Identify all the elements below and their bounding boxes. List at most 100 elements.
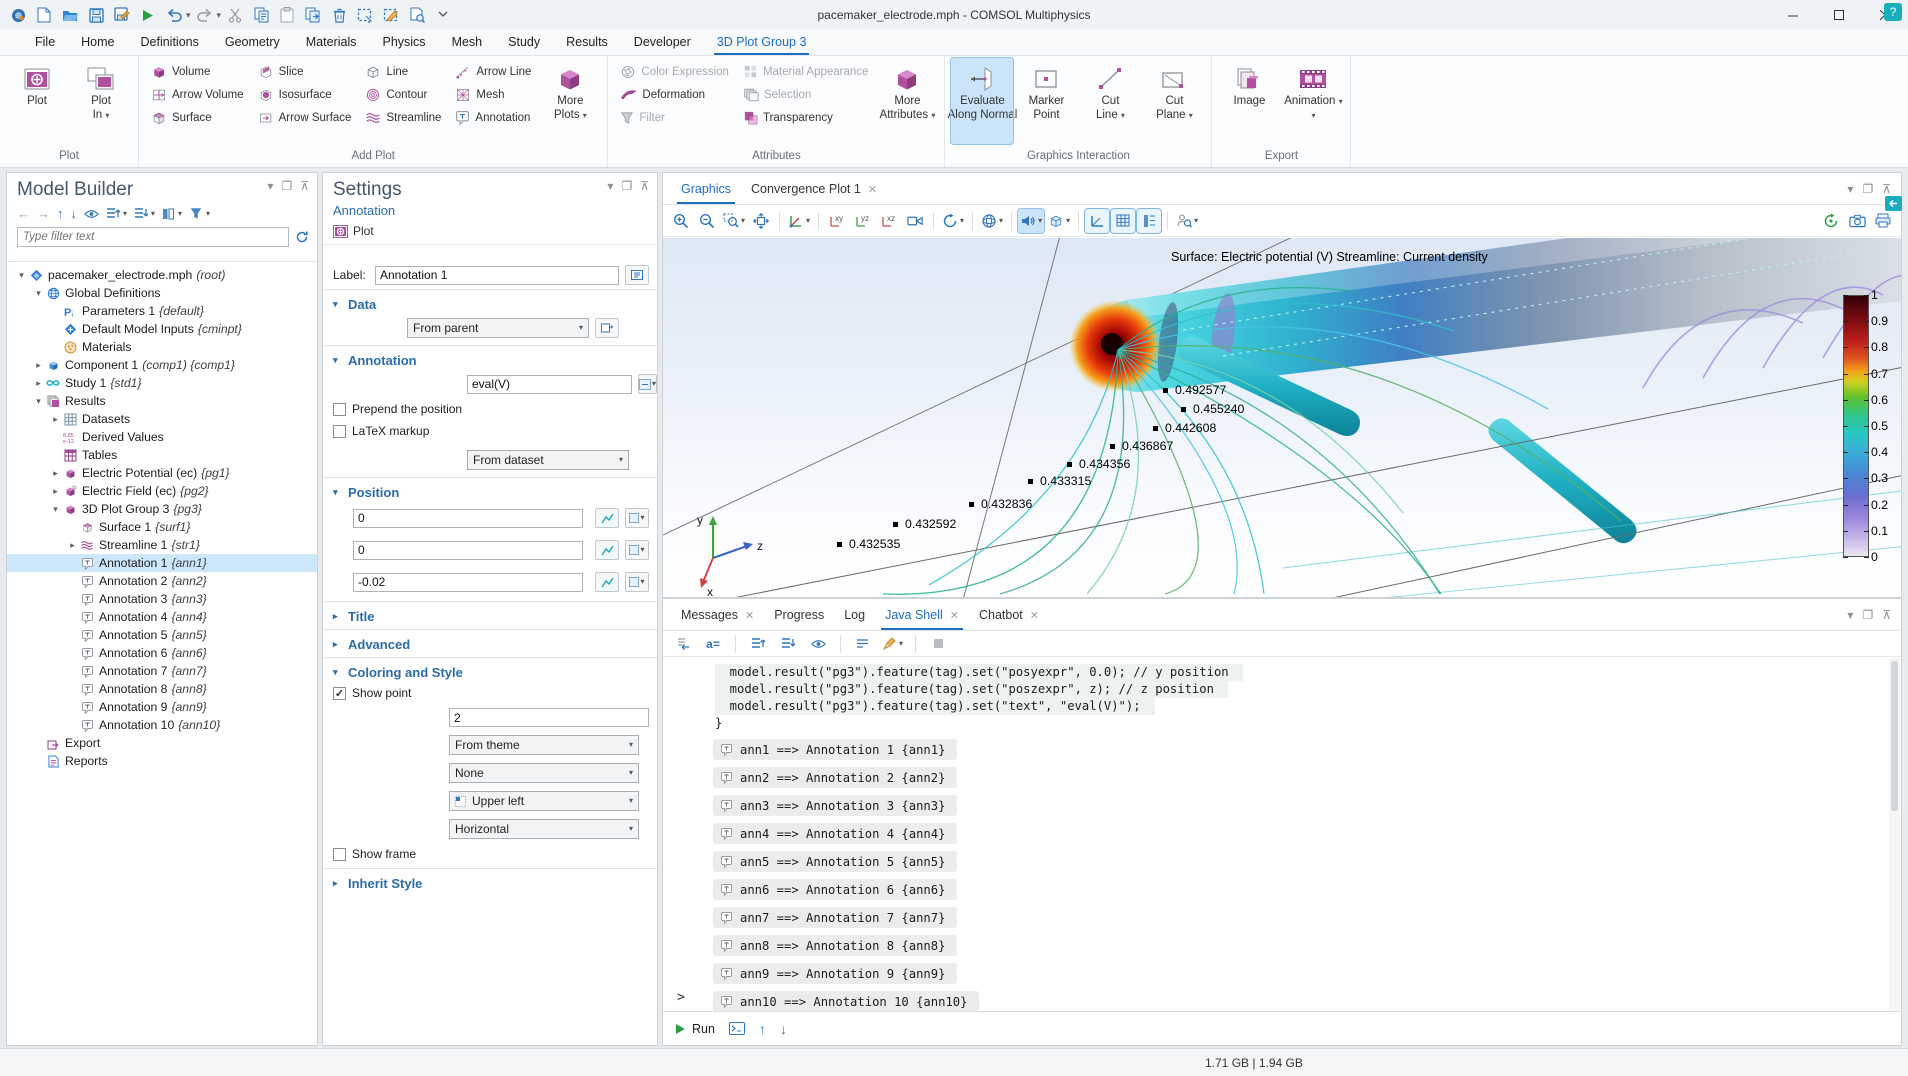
assign-icon[interactable]: a= — [701, 632, 725, 656]
axis-view-icon[interactable]: ▾ — [786, 209, 812, 233]
section-annotation[interactable]: ▾Annotation — [323, 351, 657, 370]
section-title[interactable]: ▸Title — [323, 607, 657, 626]
expander-icon[interactable]: ▸ — [49, 414, 62, 425]
expression-menu-button[interactable]: ▾ — [625, 540, 649, 560]
show-frame-checkbox[interactable]: Show frame — [323, 843, 657, 865]
dock-panel-icon[interactable] — [1885, 196, 1902, 211]
copy-icon[interactable] — [249, 3, 273, 27]
expander-icon[interactable]: ▸ — [32, 360, 45, 371]
dataset-combo[interactable]: From parent▾ — [407, 318, 589, 338]
orientation-combo[interactable]: Horizontal▾ — [449, 819, 639, 839]
menu-tab-study[interactable]: Study — [495, 31, 553, 55]
history-up-icon[interactable]: ↑ — [759, 1021, 766, 1037]
panel-controls[interactable]: ▾❐⊼ — [1847, 182, 1891, 196]
tree-node-reports[interactable]: Reports — [7, 752, 317, 770]
tree-node-export[interactable]: Export — [7, 734, 317, 752]
range-button[interactable] — [595, 572, 619, 592]
tree-node-annotation-2[interactable]: Annotation 2 {ann2} — [7, 572, 317, 590]
section-coloring-and-style[interactable]: ▾Coloring and Style — [323, 663, 657, 682]
ribbon-button-streamline[interactable]: Streamline — [359, 106, 447, 129]
transparency-cube-icon[interactable]: ▾ — [1046, 209, 1072, 233]
menu-tab-geometry[interactable]: Geometry — [212, 31, 293, 55]
menu-tab-home[interactable]: Home — [68, 31, 127, 55]
tree-node-streamline-1[interactable]: ▸ Streamline 1 {str1} — [7, 536, 317, 554]
update-icon[interactable] — [1819, 209, 1843, 233]
prepend-position-checkbox[interactable]: Prepend the position — [323, 398, 657, 420]
ribbon-button-arrow-line[interactable]: Arrow Line — [449, 60, 537, 83]
edit-dataset-button[interactable] — [595, 318, 619, 338]
ribbon-button-deformation[interactable]: Deformation — [614, 83, 735, 106]
maximize-button[interactable] — [1816, 0, 1862, 30]
ribbon-button-arrow-surface[interactable]: Arrow Surface — [252, 106, 358, 129]
preview-icon[interactable] — [405, 3, 429, 27]
expander-icon[interactable]: ▸ — [66, 540, 79, 551]
forward-icon[interactable]: → — [37, 206, 50, 221]
expander-icon[interactable]: ▾ — [49, 504, 62, 515]
zoom-out-icon[interactable] — [695, 209, 719, 233]
tree-node-3d-plot-group-3[interactable]: ▾ 3D Plot Group 3 {pg3} — [7, 500, 317, 518]
expander-icon[interactable]: ▸ — [32, 378, 45, 389]
console-tab-chatbot[interactable]: Chatbot✕ — [969, 602, 1049, 630]
tree-node-surface-1[interactable]: Surface 1 {surf1} — [7, 518, 317, 536]
toggle-legend-icon[interactable] — [1137, 209, 1161, 233]
show-icon[interactable] — [84, 209, 99, 219]
watch-icon[interactable] — [806, 632, 830, 656]
wordwrap-icon[interactable] — [851, 632, 875, 656]
customize-caret[interactable] — [431, 3, 455, 27]
history-down-icon[interactable]: ↓ — [780, 1021, 787, 1037]
rename-button[interactable] — [625, 265, 649, 285]
select-zoom-icon[interactable]: ▾ — [1174, 209, 1200, 233]
expander-icon[interactable]: ▾ — [32, 396, 45, 407]
tree-node-annotation-1[interactable]: Annotation 1 {ann1} — [7, 554, 317, 572]
paste-icon[interactable] — [275, 3, 299, 27]
undo-icon-caret[interactable]: ▾ — [186, 10, 191, 21]
panel-controls[interactable]: ▾❐⊼ — [267, 179, 309, 193]
redo-icon[interactable] — [193, 3, 217, 27]
ribbon-button-cut-plane[interactable]: Cut Plane ▾ — [1143, 58, 1205, 144]
tree-node-electric-field-ec-[interactable]: ▸ Electric Field (ec) {pg2} — [7, 482, 317, 500]
run-button[interactable]: Run — [675, 1022, 715, 1036]
tree-node-annotation-5[interactable]: Annotation 5 {ann5} — [7, 626, 317, 644]
tree-node-datasets[interactable]: ▸ Datasets — [7, 410, 317, 428]
ribbon-button-surface[interactable]: Surface — [145, 106, 250, 129]
sound-icon[interactable]: ▾ — [1018, 209, 1044, 233]
snapshot-icon[interactable] — [1845, 209, 1869, 233]
plot-button[interactable]: Plot — [353, 224, 374, 238]
ribbon-button-mesh[interactable]: Mesh — [449, 83, 537, 106]
clear-selection-icon[interactable] — [379, 3, 403, 27]
scrollbar[interactable] — [1889, 658, 1900, 1011]
range-button[interactable] — [595, 508, 619, 528]
ribbon-button-annotation[interactable]: Annotation — [449, 106, 537, 129]
perspective-icon[interactable] — [903, 209, 927, 233]
annotation-text-input[interactable] — [467, 375, 632, 394]
help-icon[interactable]: ? — [1884, 3, 1902, 21]
toggle-axes-icon[interactable] — [1085, 209, 1109, 233]
zoom-extents-icon[interactable] — [749, 209, 773, 233]
position-y-input[interactable] — [353, 541, 583, 560]
tree-node-results[interactable]: ▾ Results — [7, 392, 317, 410]
scene-icon[interactable]: ▾ — [979, 209, 1005, 233]
menu-tab-results[interactable]: Results — [553, 31, 621, 55]
close-icon[interactable]: ✕ — [1030, 609, 1039, 622]
tree-node-global-definitions[interactable]: ▾ Global Definitions — [7, 284, 317, 302]
tree-node-component-1[interactable]: ▸ Component 1 (comp1) {comp1} — [7, 356, 317, 374]
move-up-icon[interactable]: ↑ — [57, 206, 64, 221]
console-tab-java-shell[interactable]: Java Shell✕ — [875, 602, 969, 630]
java-shell-output[interactable]: model.result("pg3").feature(tag).set("po… — [663, 658, 1901, 1011]
tree-node-annotation-4[interactable]: Annotation 4 {ann4} — [7, 608, 317, 626]
scroll-top-icon[interactable] — [746, 632, 770, 656]
ribbon-button-more-plots[interactable]: More Plots ▾ — [539, 58, 601, 144]
redo-icon-caret[interactable]: ▾ — [217, 10, 222, 21]
ribbon-button-isosurface[interactable]: Isosurface — [252, 83, 358, 106]
point-radius-input[interactable] — [449, 708, 649, 727]
ribbon-button-evaluate-along-normal[interactable]: Evaluate Along Normal — [951, 58, 1013, 144]
undo-icon[interactable] — [162, 3, 186, 27]
tree-node-annotation-8[interactable]: Annotation 8 {ann8} — [7, 680, 317, 698]
filter-icon[interactable]: ▾ — [189, 207, 210, 220]
menu-tab-mesh[interactable]: Mesh — [439, 31, 496, 55]
ribbon-button-image[interactable]: Image — [1218, 58, 1280, 144]
menu-tab-file[interactable]: File — [22, 31, 68, 55]
ribbon-button-marker-point[interactable]: Marker Point — [1015, 58, 1077, 144]
close-icon[interactable]: ✕ — [868, 183, 877, 196]
scroll-bottom-icon[interactable] — [776, 632, 800, 656]
